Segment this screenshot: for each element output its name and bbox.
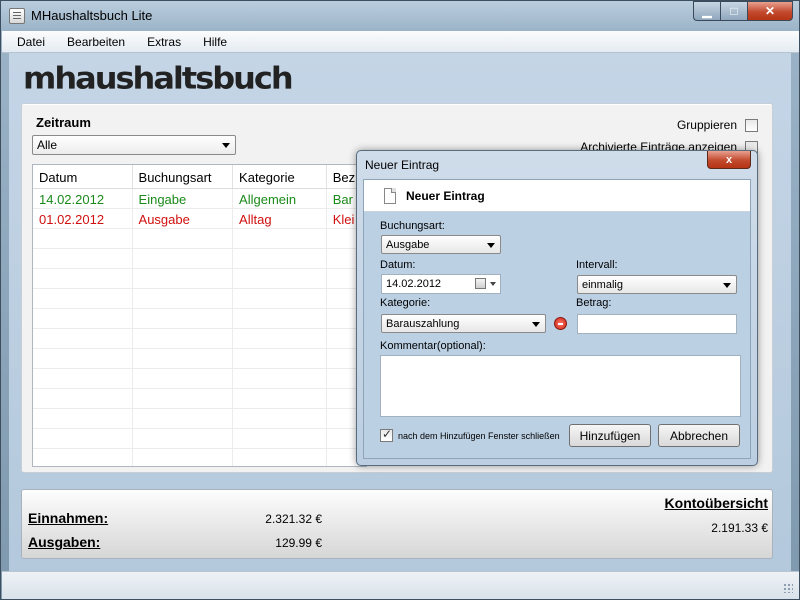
betrag-input[interactable]: [577, 314, 737, 334]
cell-datum: 14.02.2012: [33, 189, 133, 208]
gruppieren-label: Gruppieren: [676, 118, 737, 132]
betrag-label: Betrag:: [576, 297, 612, 309]
intervall-label: Intervall:: [576, 259, 618, 271]
menu-bar: Datei Bearbeiten Extras Hilfe: [2, 31, 799, 53]
zeitraum-select[interactable]: Alle: [32, 135, 236, 155]
empty-row: [33, 329, 366, 349]
cell-buchungsart: Eingabe: [133, 189, 234, 208]
close-icon: x: [725, 153, 733, 166]
col-datum[interactable]: Datum: [33, 165, 133, 188]
cancel-button[interactable]: Abbrechen: [658, 424, 740, 447]
intervall-selected: einmalig: [582, 279, 623, 291]
zeitraum-label: Zeitraum: [36, 115, 91, 130]
app-book-icon: [9, 8, 25, 24]
konto-title: Kontoübersicht: [664, 495, 768, 511]
close-after-label: nach dem Hinzufügen Fenster schließen: [398, 431, 560, 441]
cell-kategorie: Allgemein: [233, 189, 327, 208]
cell-buchungsart: Ausgabe: [133, 209, 234, 228]
kategorie-select[interactable]: Barauszahlung: [381, 314, 546, 333]
window-controls: ▁ □ ✕: [693, 1, 793, 21]
close-icon: ✕: [764, 4, 776, 18]
dialog-body: Neuer Eintrag Buchungsart: Ausgabe Datum…: [363, 179, 751, 459]
empty-row: [33, 249, 366, 269]
close-after-checkbox[interactable]: [380, 427, 393, 442]
menu-bearbeiten[interactable]: Bearbeiten: [60, 33, 132, 51]
minimize-button[interactable]: ▁: [693, 1, 720, 21]
chevron-down-icon: [723, 283, 731, 288]
gruppieren-option[interactable]: Gruppieren: [677, 118, 758, 132]
chevron-down-icon: [487, 243, 495, 248]
col-buchungsart[interactable]: Buchungsart: [133, 165, 234, 188]
menu-datei[interactable]: Datei: [10, 33, 52, 51]
gruppieren-checkbox[interactable]: [745, 118, 758, 132]
close-button[interactable]: ✕: [747, 1, 793, 21]
einnahmen-label: Einnahmen:: [28, 510, 109, 526]
dialog-close-button[interactable]: x: [707, 151, 751, 169]
empty-row: [33, 289, 366, 309]
empty-row: [33, 449, 366, 466]
resize-grip-icon[interactable]: [783, 583, 793, 593]
menu-hilfe[interactable]: Hilfe: [196, 33, 234, 51]
empty-row: [33, 349, 366, 369]
cell-datum: 01.02.2012: [33, 209, 133, 228]
buchungsart-label: Buchungsart:: [380, 220, 445, 232]
empty-row: [33, 409, 366, 429]
chevron-down-icon: [532, 322, 540, 327]
dialog-header-title: Neuer Eintrag: [406, 189, 485, 203]
buchungsart-selected: Ausgabe: [386, 239, 430, 251]
intervall-select[interactable]: einmalig: [577, 275, 737, 294]
minimize-icon: ▁: [702, 4, 712, 18]
empty-row: [33, 369, 366, 389]
buchungsart-select[interactable]: Ausgabe: [381, 235, 501, 254]
table-row[interactable]: 14.02.2012 Eingabe Allgemein Bar: [33, 189, 366, 209]
calendar-icon[interactable]: [475, 278, 486, 289]
kommentar-textarea[interactable]: [380, 355, 741, 417]
title-bar[interactable]: MHaushaltsbuch Lite ▁ □ ✕: [1, 1, 799, 31]
document-icon: [384, 188, 396, 204]
dialog-title: Neuer Eintrag: [365, 158, 440, 172]
zeitraum-selected: Alle: [37, 138, 58, 152]
col-kategorie[interactable]: Kategorie: [233, 165, 327, 188]
ausgaben-value: 129.99 €: [275, 536, 322, 550]
status-bar: [2, 571, 799, 599]
datum-picker[interactable]: 14.02.2012: [381, 274, 501, 294]
empty-row: [33, 229, 366, 249]
empty-row: [33, 429, 366, 449]
app-logo: mhaushaltsbuch: [23, 59, 294, 97]
kategorie-label: Kategorie:: [380, 297, 431, 309]
empty-row: [33, 389, 366, 409]
remove-category-icon[interactable]: [554, 317, 567, 330]
table-row[interactable]: 01.02.2012 Ausgabe Alltag Klei: [33, 209, 366, 229]
summary-panel: Einnahmen: 2.321.32 € Ausgaben: 129.99 €…: [21, 489, 773, 559]
ausgaben-label: Ausgaben:: [28, 534, 101, 550]
table-header: Datum Buchungsart Kategorie Bez: [33, 165, 366, 189]
kommentar-label: Kommentar(optional):: [380, 340, 486, 352]
einnahmen-value: 2.321.32 €: [265, 512, 322, 526]
cell-kategorie: Alltag: [233, 209, 327, 228]
datum-value: 14.02.2012: [386, 278, 442, 290]
window-title: MHaushaltsbuch Lite: [31, 8, 153, 23]
chevron-down-icon: [222, 143, 230, 148]
dialog-header: Neuer Eintrag: [364, 180, 750, 212]
kategorie-selected: Barauszahlung: [386, 318, 460, 330]
add-button[interactable]: Hinzufügen: [569, 424, 651, 447]
datum-label: Datum:: [380, 259, 416, 271]
konto-value: 2.191.33 €: [711, 521, 768, 535]
entries-table[interactable]: Datum Buchungsart Kategorie Bez 14.02.20…: [32, 164, 367, 467]
chevron-down-icon[interactable]: [490, 282, 496, 286]
empty-row: [33, 269, 366, 289]
empty-row: [33, 309, 366, 329]
new-entry-dialog: Neuer Eintrag x Neuer Eintrag Buchungsar…: [356, 150, 758, 466]
maximize-icon: □: [730, 4, 738, 18]
maximize-button[interactable]: □: [720, 1, 747, 21]
menu-extras[interactable]: Extras: [140, 33, 188, 51]
